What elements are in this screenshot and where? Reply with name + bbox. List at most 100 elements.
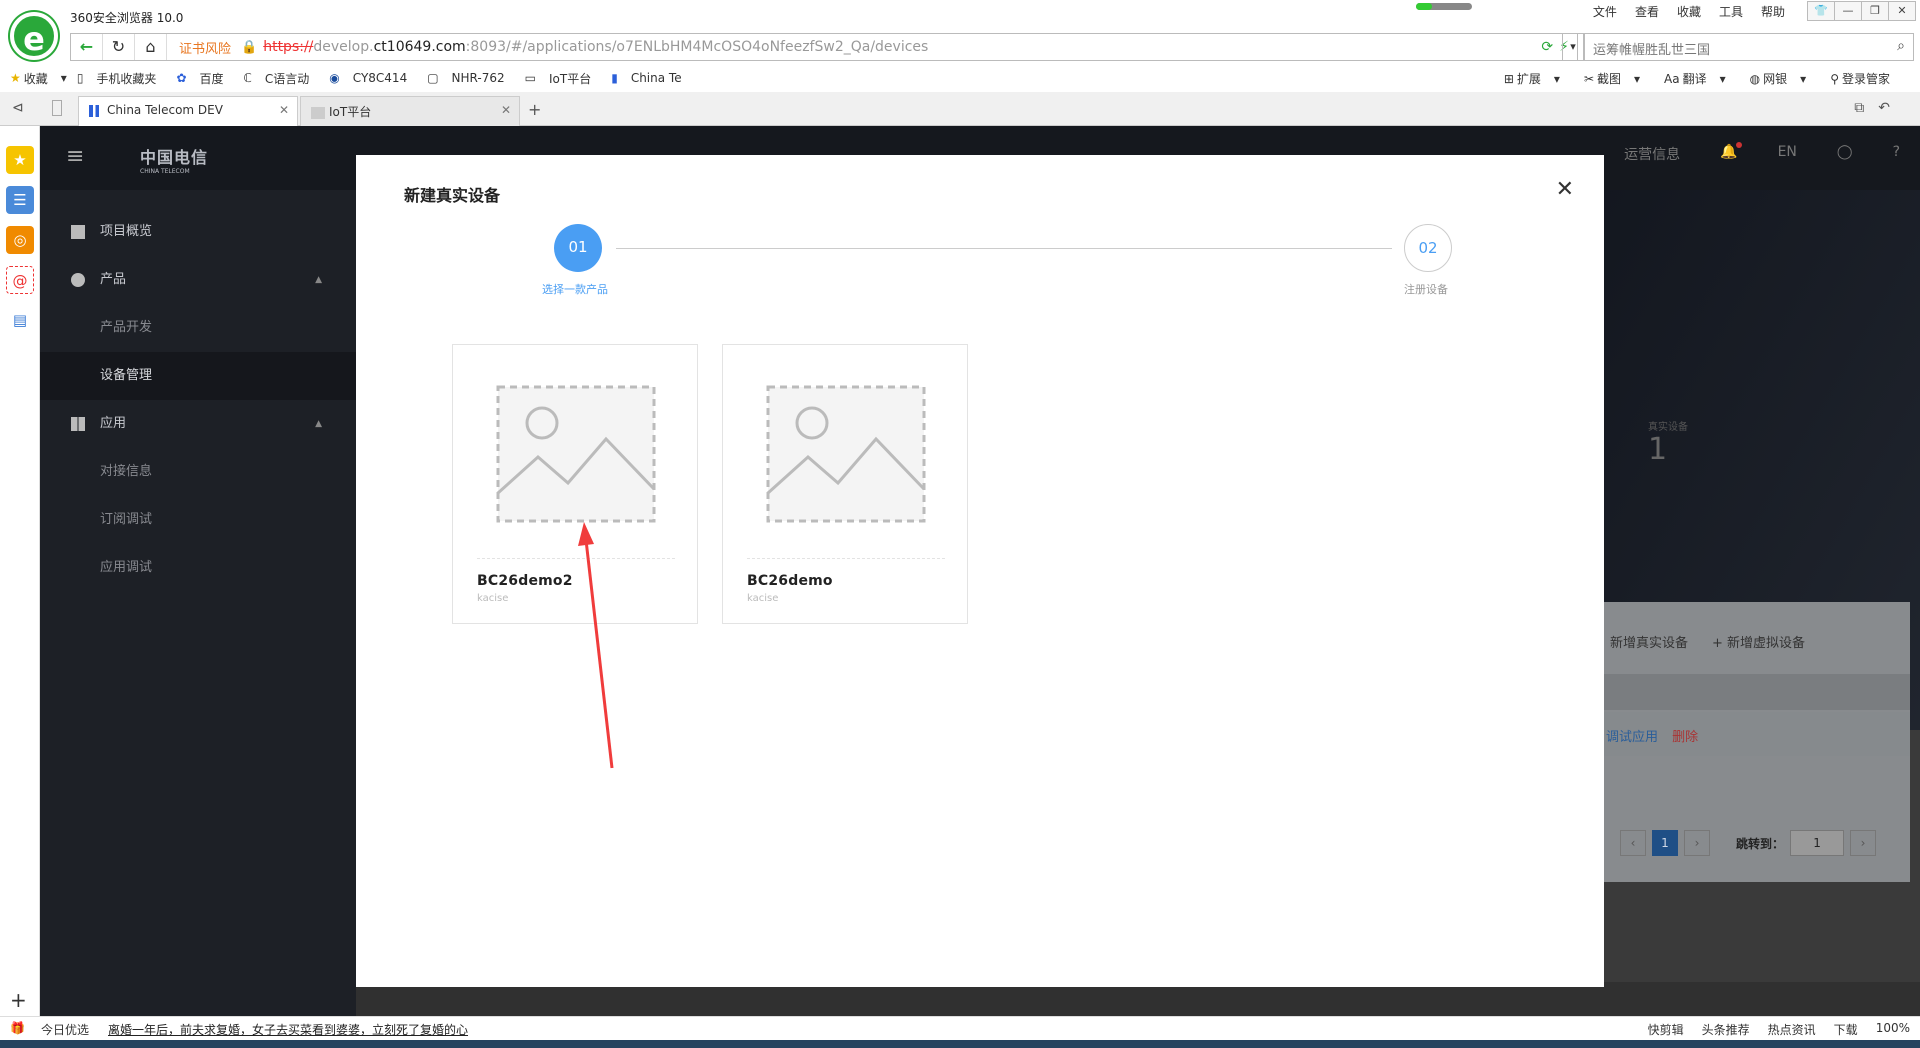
help-icon[interactable]: ?	[1893, 144, 1900, 164]
maximize-button[interactable]: ❐	[1861, 1, 1889, 21]
prev-page-icon[interactable]: ‹	[1620, 830, 1646, 856]
tab-list-icon[interactable]	[52, 100, 62, 116]
menu-view[interactable]: 查看	[1626, 3, 1668, 20]
gift-icon[interactable]: 🎁	[10, 1021, 25, 1038]
screenshot-button[interactable]: ✂ 截图 ▾	[1584, 70, 1640, 87]
tab-china-telecom[interactable]: China Telecom DEV ✕	[78, 96, 298, 126]
sidebar-toggle-icon[interactable]: ⊲	[12, 100, 24, 116]
extension-button[interactable]: ⊞ 扩展 ▾	[1504, 70, 1560, 87]
page-icon	[311, 106, 325, 119]
bookmark-label: 收藏	[23, 71, 48, 86]
minimize-button[interactable]: —	[1834, 1, 1862, 21]
ebank-button[interactable]: ◍ 网银 ▾	[1750, 70, 1807, 87]
logo-text: 中国电信	[140, 148, 209, 167]
refresh-icon[interactable]: ↻	[103, 34, 135, 60]
home-icon[interactable]: ⌂	[135, 34, 167, 60]
search-icon[interactable]: ⌕	[1897, 38, 1905, 54]
product-card[interactable]: BC26demo kacise	[722, 344, 968, 624]
step-1-label: 选择一款产品	[542, 283, 608, 296]
bookmark-mobile[interactable]: ▯ 手机收藏夹	[77, 70, 167, 87]
debug-app-link[interactable]: 调试应用	[1606, 730, 1658, 745]
weibo-icon[interactable]: ◎	[6, 226, 34, 254]
back-arrow-icon[interactable]: ←	[71, 34, 103, 60]
close-tab-icon[interactable]: ✕	[279, 103, 289, 117]
url-input[interactable]: https://develop.ct10649.com:8093/#/appli…	[263, 39, 928, 55]
next-page-icon[interactable]: ›	[1684, 830, 1710, 856]
address-dropdown-icon[interactable]: ▾	[1562, 33, 1584, 61]
tool-label: 扩展	[1516, 72, 1541, 86]
reader-icon[interactable]: ☰	[6, 186, 34, 214]
step-2-label: 注册设备	[1404, 283, 1448, 296]
undo-close-icon[interactable]: ↶	[1878, 100, 1890, 116]
skin-button[interactable]: 👕	[1807, 1, 1835, 21]
headline-button[interactable]: 头条推荐	[1702, 1021, 1750, 1038]
operation-info-link[interactable]: 运营信息	[1624, 144, 1680, 164]
jump-go-icon[interactable]: ›	[1850, 830, 1877, 856]
notes-icon[interactable]: ▤	[6, 306, 34, 334]
product-card[interactable]: BC26demo2 kacise	[452, 344, 698, 624]
zoom-level[interactable]: 100%	[1876, 1021, 1910, 1038]
tab-iot-platform[interactable]: IoT平台 ✕	[300, 96, 520, 126]
menu-subscription-debug[interactable]: 订阅调试	[40, 496, 356, 544]
certificate-risk-label[interactable]: 证书风险	[179, 38, 231, 57]
menu-app-debug[interactable]: 应用调试	[40, 544, 356, 592]
login-manager-button[interactable]: ⚲ 登录管家	[1830, 70, 1900, 87]
progress-indicator	[1416, 3, 1472, 10]
menu-project-overview[interactable]: 项目概览	[40, 208, 356, 256]
bookmark-baidu[interactable]: ✿ 百度	[176, 70, 233, 87]
menu-tools[interactable]: 工具	[1710, 3, 1752, 20]
close-dialog-icon[interactable]: ✕	[1556, 179, 1574, 201]
download-button[interactable]: 下载	[1834, 1021, 1858, 1038]
bookmark-iot[interactable]: ▭ IoT平台	[525, 70, 602, 87]
bookmark-cy8c[interactable]: ◉ CY8C414	[329, 71, 417, 85]
menu-file[interactable]: 文件	[1584, 3, 1626, 20]
menu-product-dev[interactable]: 产品开发	[40, 304, 356, 352]
menu-help[interactable]: 帮助	[1752, 3, 1794, 20]
menu-favorites[interactable]: 收藏	[1668, 3, 1710, 20]
bookmark-label: CY8C414	[352, 71, 408, 85]
status-left: 🎁 今日优选	[10, 1021, 89, 1038]
star-icon: ★	[10, 71, 21, 85]
image-placeholder-icon	[766, 385, 926, 523]
daily-picks-link[interactable]: 今日优选	[41, 1021, 89, 1038]
hamburger-icon[interactable]: ≡	[66, 144, 84, 169]
menu-label: 应用	[100, 416, 127, 431]
product-icon	[71, 273, 85, 287]
add-sidebar-icon[interactable]: +	[10, 988, 27, 1012]
menu-integration[interactable]: 对接信息	[40, 448, 356, 496]
bookmark-favorites[interactable]: ★ 收藏 ▾	[10, 70, 67, 87]
favorites-star-icon[interactable]: ★	[6, 146, 34, 174]
new-tab-icon[interactable]: +	[528, 100, 541, 119]
news-ticker-link[interactable]: 离婚一年后，前夫求复婚，女子去买菜看到婆婆，立刻死了复婚的心	[108, 1021, 468, 1038]
bookmark-c[interactable]: ℂ C语言动	[244, 70, 320, 87]
notification-bell-icon[interactable]: 🔔	[1720, 142, 1742, 164]
tab-bar: ⊲ China Telecom DEV ✕ IoT平台 ✕ + ⧉ ↶	[0, 92, 1920, 126]
bookmark-nhr[interactable]: ▢ NHR-762	[427, 71, 514, 85]
hot-news-button[interactable]: 热点资讯	[1768, 1021, 1816, 1038]
add-virtual-device-button[interactable]: + 新增虚拟设备	[1712, 632, 1805, 651]
close-tab-icon[interactable]: ✕	[501, 103, 511, 117]
language-switch[interactable]: EN	[1778, 144, 1797, 164]
user-icon[interactable]: ◯	[1837, 144, 1853, 164]
add-real-device-button[interactable]: 新增真实设备	[1610, 632, 1688, 651]
delete-link[interactable]: 删除	[1672, 730, 1698, 745]
home-icon	[71, 225, 85, 239]
menu-device-mgmt[interactable]: 设备管理	[40, 352, 356, 400]
close-window-button[interactable]: ✕	[1888, 1, 1916, 21]
menu-product[interactable]: 产品 ▲	[40, 256, 356, 304]
compat-mode-icon[interactable]: ⟳	[1541, 39, 1553, 55]
product-name: BC26demo	[747, 573, 833, 589]
jump-input[interactable]: 1	[1790, 830, 1845, 856]
page-number[interactable]: 1	[1652, 830, 1678, 856]
quick-edit-button[interactable]: 快剪辑	[1648, 1021, 1684, 1038]
translate-button[interactable]: Aa 翻译 ▾	[1664, 70, 1726, 87]
mail-icon[interactable]: @	[6, 266, 34, 294]
search-input[interactable]: 运筹帷幄胜乱世三国 ⌕	[1584, 33, 1914, 61]
bookmark-chinate[interactable]: ▮ China Te	[611, 71, 691, 85]
restore-window-icon[interactable]: ⧉	[1854, 100, 1864, 116]
app-title: 360安全浏览器 10.0	[70, 11, 184, 25]
url-subdomain: develop.	[313, 39, 374, 55]
baidu-icon: ✿	[176, 71, 187, 85]
menu-application[interactable]: 应用 ▲	[40, 400, 356, 448]
step-2-indicator: 02	[1404, 224, 1452, 272]
